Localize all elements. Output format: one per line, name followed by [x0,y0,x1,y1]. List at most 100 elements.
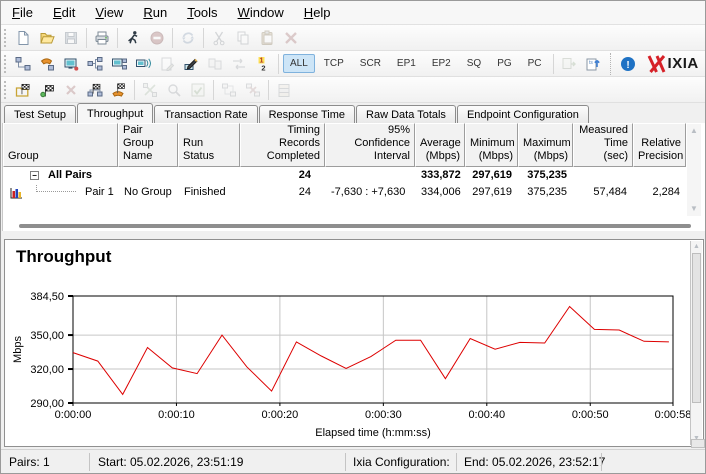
results-tab-strip: Test Setup Throughput Transaction Rate R… [1,103,705,123]
col-header-timing-records[interactable]: Timing RecordsCompleted [240,123,325,167]
add-multicast-group-icon[interactable] [83,52,107,76]
end-run-icon[interactable] [35,78,59,102]
tab-transaction-rate[interactable]: Transaction Rate [154,105,257,123]
svg-text:0:00:30: 0:00:30 [365,409,402,421]
run-test-icon[interactable] [11,78,35,102]
status-start: Start: 05.02.2026, 23:51:19 [98,455,243,469]
svg-text:Mbps: Mbps [12,336,24,363]
svg-text:384,50: 384,50 [30,291,64,303]
menu-run[interactable]: Run [140,3,170,22]
ixia-logo: IXIA [646,54,699,74]
tab-test-setup[interactable]: Test Setup [4,105,76,123]
col-header-run-status[interactable]: Run Status [178,123,240,167]
view-pair-icon [162,78,186,102]
toolbar-separator [172,28,173,48]
tree-branch [36,184,76,192]
tab-raw-data-totals[interactable]: Raw Data Totals [356,105,456,123]
menu-bar: File Edit View Run Tools Window Help [1,1,705,25]
scroll-up-icon[interactable]: ▲ [691,241,702,253]
filter-sq-button[interactable]: SQ [460,54,488,73]
import-icon [557,52,581,76]
group-cell: Pair 1 [3,184,118,201]
col-header-measured-time[interactable]: MeasuredTime (sec) [573,123,633,167]
run-multicast-icon[interactable] [83,78,107,102]
col-header-relative-precision[interactable]: RelativePrecision [633,123,686,167]
ixia-x-icon [646,54,668,74]
collapse-icon[interactable]: − [30,171,39,180]
chart-vertical-scrollbar[interactable]: ▲ ▼ [690,241,702,445]
col-header-group[interactable]: Group [3,123,118,167]
abort-run-icon [59,78,83,102]
open-icon[interactable] [35,26,59,50]
refresh-icon [176,26,200,50]
toolbar-grip[interactable] [4,81,6,99]
renumber-pairs-icon[interactable]: 12 [251,52,275,76]
svg-text:290,00: 290,00 [30,398,64,410]
toolbar-separator [553,54,554,74]
status-separator [89,453,90,471]
col-header-minimum[interactable]: Minimum(Mbps) [465,123,518,167]
svg-text:350,00: 350,00 [30,330,64,342]
col-header-confidence[interactable]: 95% ConfidenceInterval [325,123,415,167]
scroll-down-icon[interactable]: ▼ [687,202,701,216]
new-icon[interactable] [11,26,35,50]
svg-text:0:00:40: 0:00:40 [468,409,505,421]
add-hardware-pair-icon[interactable] [59,52,83,76]
table-row-pair-1[interactable]: Pair 1 No Group Finished 24 -7,630 : +7,… [3,184,705,201]
verify-pair-icon [186,78,210,102]
run-voip-icon[interactable] [107,78,131,102]
toolbar-separator [86,28,87,48]
menu-help[interactable]: Help [301,3,334,22]
toolbar-separator [213,80,214,100]
edit-test-icon [155,52,179,76]
filter-scr-button[interactable]: SCR [353,54,388,73]
run-icon[interactable] [121,26,145,50]
filter-ep1-button[interactable]: EP1 [390,54,423,73]
menu-view[interactable]: View [92,3,126,22]
edit-pair-icon[interactable] [179,52,203,76]
save-icon [59,26,83,50]
toolbar-pairs: 12 ALL TCP SCR EP1 EP2 SQ PG PC ts ! IXI… [1,51,705,77]
scroll-up-icon[interactable]: ▲ [687,124,701,138]
add-hardware-multicast-icon[interactable] [107,52,131,76]
svg-text:!: ! [626,59,629,70]
results-table: Group Pair GroupName Run Status Timing R… [2,123,705,231]
svg-text:Elapsed time (h:mm:ss): Elapsed time (h:mm:ss) [315,427,431,439]
toolbar-separator [278,54,279,74]
table-row-all-pairs[interactable]: − All Pairs 24 333,872 297,619 375,235 [3,167,705,184]
table-vertical-scrollbar[interactable]: ▲ ▼ [687,124,701,216]
menu-tools[interactable]: Tools [184,3,220,22]
add-pair-icon[interactable] [11,52,35,76]
filter-all-button[interactable]: ALL [283,54,315,73]
export-icon[interactable]: ts [581,52,605,76]
svg-text:320,00: 320,00 [30,364,64,376]
filter-pc-button[interactable]: PC [521,54,549,73]
status-pairs: Pairs: 1 [9,455,50,469]
tab-throughput[interactable]: Throughput [77,103,153,123]
info-icon[interactable]: ! [616,52,640,76]
menu-edit[interactable]: Edit [50,3,78,22]
add-video-pair-icon[interactable] [131,52,155,76]
ixia-logo-text: IXIA [668,55,699,72]
chart-title: Throughput [16,247,111,267]
table-horizontal-scrollbar[interactable] [19,224,691,228]
swap-pair-icon [227,52,251,76]
menu-file[interactable]: File [9,3,36,22]
col-header-average[interactable]: Average(Mbps) [415,123,465,167]
toolbar-grip[interactable] [4,29,6,47]
scrollbar-thumb[interactable] [692,253,701,403]
svg-text:0:00:10: 0:00:10 [158,409,195,421]
add-voip-pair-icon[interactable] [35,52,59,76]
ixchariot-window: File Edit View Run Tools Window Help [0,0,706,474]
col-header-pair-group-name[interactable]: Pair GroupName [118,123,178,167]
print-icon[interactable] [90,26,114,50]
col-header-maximum[interactable]: Maximum(Mbps) [518,123,573,167]
filter-tcp-button[interactable]: TCP [317,54,351,73]
stop-icon [145,26,169,50]
filter-ep2-button[interactable]: EP2 [425,54,458,73]
toolbar-grip[interactable] [4,55,6,73]
menu-window[interactable]: Window [235,3,287,22]
tab-response-time[interactable]: Response Time [259,105,355,123]
tab-endpoint-configuration[interactable]: Endpoint Configuration [457,105,589,123]
filter-pg-button[interactable]: PG [490,54,518,73]
